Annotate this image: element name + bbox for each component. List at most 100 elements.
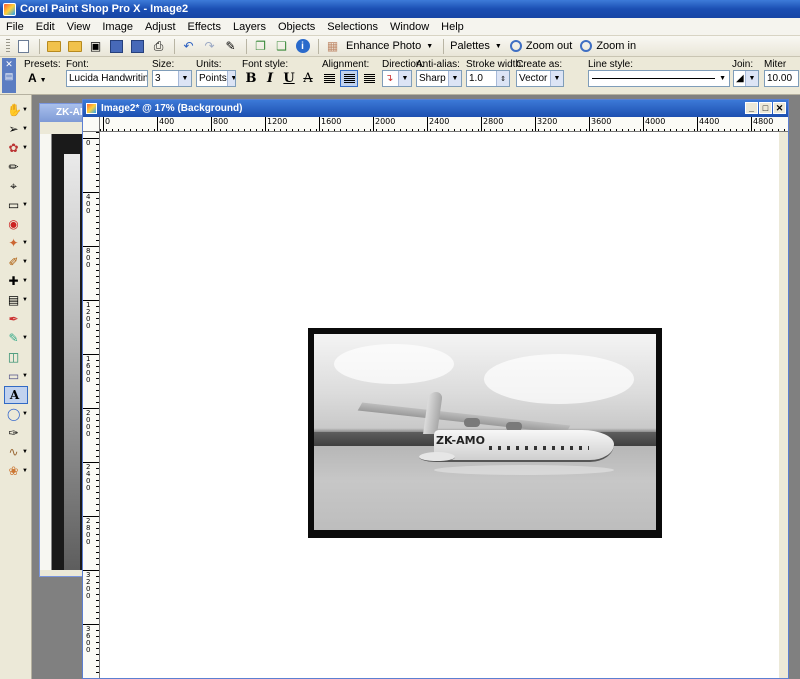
tool-text[interactable]: A [4, 386, 28, 404]
menu-view[interactable]: View [61, 21, 97, 33]
chevron-down-icon: ▼ [426, 42, 434, 50]
align-left-icon [323, 74, 335, 83]
antialias-label: Anti-alias: [416, 59, 460, 70]
image-info-button[interactable]: i [293, 37, 312, 55]
tool-clone[interactable]: ✐ ▼ [4, 253, 28, 271]
ruler-label: 0 [105, 117, 111, 126]
tool-pan[interactable]: ✋ ▼ [4, 101, 28, 119]
enhance-photo-button[interactable]: Enhance Photo ▼ [346, 40, 433, 52]
tool-paintbrush[interactable]: ✒ [4, 310, 28, 328]
command-history-button[interactable]: ✎ [221, 37, 240, 55]
image-canvas[interactable]: ZK-AMO [100, 132, 779, 678]
menu-objects[interactable]: Objects [272, 21, 321, 33]
palettes-label: Palettes [450, 40, 490, 52]
chevron-down-icon: ▼ [22, 411, 28, 417]
browse-button[interactable] [65, 37, 84, 55]
minimize-button[interactable]: _ [745, 102, 758, 114]
tool-warp-brush[interactable]: ∿ ▼ [4, 443, 28, 461]
printer-icon: ⎙ [153, 38, 164, 53]
menu-effects[interactable]: Effects [182, 21, 227, 33]
tool-picture-tube[interactable]: ❀ ▼ [4, 462, 28, 480]
antialias-select[interactable]: Sharp ▼ [416, 70, 462, 87]
direction-select[interactable]: ↴ ▼ [382, 70, 412, 87]
tool-airbrush[interactable]: ✎ ▼ [4, 329, 28, 347]
align-right-button[interactable] [360, 70, 378, 87]
save-as-button[interactable] [128, 37, 147, 55]
menu-help[interactable]: Help [435, 21, 470, 33]
menu-image[interactable]: Image [96, 21, 139, 33]
print-button[interactable]: ⎙ [149, 37, 168, 55]
tool-crop[interactable]: ⌖ [4, 177, 28, 195]
bold-button[interactable]: B [242, 70, 260, 87]
tool-dodge[interactable]: ▤ ▼ [4, 291, 28, 309]
ruler-label: 400 [86, 193, 91, 215]
menu-selections[interactable]: Selections [321, 21, 384, 33]
save-as-disk-icon [131, 39, 144, 53]
vertical-scrollbar[interactable] [779, 132, 788, 678]
chevron-down-icon: ▼ [226, 71, 235, 86]
tool-red-eye[interactable]: ◉ [4, 215, 28, 233]
italic-button[interactable]: I [261, 70, 279, 87]
cloud-shape [334, 344, 454, 384]
horizontal-ruler: 0 400 800 1200 1600 2000 2400 2800 3200 3600 4000 4… [100, 117, 788, 132]
size-select[interactable]: 3 ▼ [152, 70, 192, 87]
scan-button[interactable]: ▣ [86, 37, 105, 55]
tool-flood-fill[interactable]: ◫ [4, 348, 28, 366]
zoom-in-button[interactable]: Zoom in [580, 40, 636, 52]
menu-file[interactable]: File [0, 21, 30, 33]
ruler-label: 800 [86, 247, 91, 269]
tool-dropper[interactable]: ✏ [4, 158, 28, 176]
flood-fill-icon: ◫ [7, 349, 20, 364]
close-button[interactable]: ✕ [773, 102, 786, 114]
align-left-button[interactable] [320, 70, 338, 87]
create-as-select[interactable]: Vector ▼ [516, 70, 564, 87]
strikethrough-button[interactable]: A [299, 70, 317, 87]
image-document-window[interactable]: Image2* @ 17% (Background) _ □ ✕ 0 400 800… [82, 99, 789, 679]
palette-close-button[interactable]: ✕ ▤ [2, 58, 16, 93]
ruler-label: 2400 [86, 463, 91, 492]
toolbar-grip[interactable] [6, 38, 10, 54]
tool-pick[interactable]: ➢ ▼ [4, 120, 28, 138]
underline-button[interactable]: U [280, 70, 298, 87]
paste-button[interactable]: ❑ [272, 37, 291, 55]
maximize-button[interactable]: □ [759, 102, 772, 114]
menu-window[interactable]: Window [384, 21, 435, 33]
open-folder-icon [46, 40, 61, 52]
miter-limit-input[interactable]: 10.00 [764, 70, 799, 87]
tool-scratch-remover[interactable]: ✚ ▼ [4, 272, 28, 290]
stroke-width-input[interactable]: 1.0 ⇕ [466, 70, 510, 87]
background-vertical-ruler [40, 134, 52, 570]
undo-button[interactable]: ↶ [179, 37, 198, 55]
tool-straighten[interactable]: ▭ ▼ [4, 196, 28, 214]
document-title-bar[interactable]: Image2* @ 17% (Background) _ □ ✕ [83, 100, 788, 117]
zoom-out-button[interactable]: Zoom out [509, 40, 573, 52]
copy-button[interactable]: ❐ [251, 37, 270, 55]
tool-lasso[interactable]: ✿ ▼ [4, 139, 28, 157]
learning-center-button[interactable]: ▦ [323, 37, 342, 55]
tool-makeover[interactable]: ✦ ▼ [4, 234, 28, 252]
presets-button[interactable]: A ▼ [28, 71, 47, 88]
tool-preset-shape[interactable]: ◯ ▼ [4, 405, 28, 423]
line-style-select[interactable]: ▼ [588, 70, 730, 87]
zoom-out-label: Zoom out [525, 40, 573, 52]
menu-layers[interactable]: Layers [227, 21, 272, 33]
font-select[interactable]: Lucida Handwriting ▼ [66, 70, 148, 87]
palettes-button[interactable]: Palettes ▼ [450, 40, 502, 52]
units-select[interactable]: Points ▼ [196, 70, 236, 87]
menu-adjust[interactable]: Adjust [139, 21, 182, 33]
toolbar-separator [443, 38, 445, 54]
chevron-down-icon: ▼ [494, 42, 502, 50]
redo-button[interactable]: ↷ [200, 37, 219, 55]
align-center-button[interactable] [340, 70, 358, 87]
enhance-photo-label: Enhance Photo [346, 40, 422, 52]
antialias-value: Sharp [419, 73, 446, 84]
join-select[interactable]: ◢ ▼ [733, 70, 759, 87]
save-button[interactable] [107, 37, 126, 55]
tool-eraser[interactable]: ▭ ▼ [4, 367, 28, 385]
flying-boat-photo[interactable]: ZK-AMO [308, 328, 662, 538]
clone-brush-icon: ✐ [8, 254, 19, 269]
menu-edit[interactable]: Edit [30, 21, 61, 33]
tool-pen[interactable]: ✑ [4, 424, 28, 442]
open-button[interactable] [44, 37, 63, 55]
new-file-button[interactable] [14, 37, 33, 55]
